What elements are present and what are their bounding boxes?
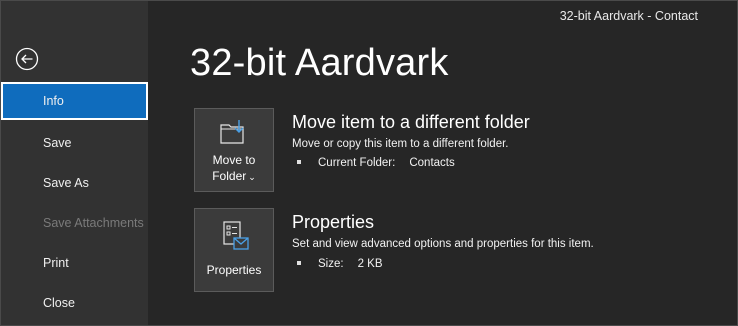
bullet-icon <box>297 159 301 164</box>
nav-item-save[interactable]: Save <box>1 124 148 162</box>
move-button-label-line2: Folder ⌄ <box>212 169 256 183</box>
page-title: 32-bit Aardvark <box>190 42 449 84</box>
properties-icon <box>223 221 249 250</box>
chevron-down-icon: ⌄ <box>248 172 256 182</box>
current-folder-value: Contacts <box>409 157 455 169</box>
current-folder-label: Current Folder: <box>318 157 396 169</box>
nav-item-save-as[interactable]: Save As <box>1 164 148 202</box>
properties-section-description: Set and view advanced options and proper… <box>292 238 594 250</box>
size-row: Size: 2 KB <box>297 258 383 270</box>
properties-button-label: Properties <box>206 263 262 277</box>
properties-button[interactable]: Properties <box>194 208 274 292</box>
size-value: 2 KB <box>357 258 383 270</box>
backstage-sidebar: Info Save Save As Save Attachments Print… <box>1 1 148 325</box>
nav-item-info[interactable]: Info <box>1 82 148 120</box>
move-section-heading: Move item to a different folder <box>292 112 530 132</box>
folder-move-icon <box>220 120 244 144</box>
nav-item-save-attachments: Save Attachments <box>43 216 144 230</box>
properties-section-heading: Properties <box>292 212 375 232</box>
back-arrow-icon[interactable] <box>15 47 39 71</box>
move-section-description: Move or copy this item to a different fo… <box>292 138 509 150</box>
current-folder-row: Current Folder: Contacts <box>297 157 455 169</box>
nav-item-close[interactable]: Close <box>1 284 148 322</box>
window-title: 32-bit Aardvark - Contact <box>559 9 698 23</box>
move-button-label-line1: Move to <box>212 153 256 167</box>
bullet-icon <box>297 260 301 265</box>
size-label: Size: <box>318 258 344 270</box>
nav-item-print[interactable]: Print <box>1 244 148 282</box>
move-to-folder-button[interactable]: Move to Folder ⌄ <box>194 108 274 192</box>
